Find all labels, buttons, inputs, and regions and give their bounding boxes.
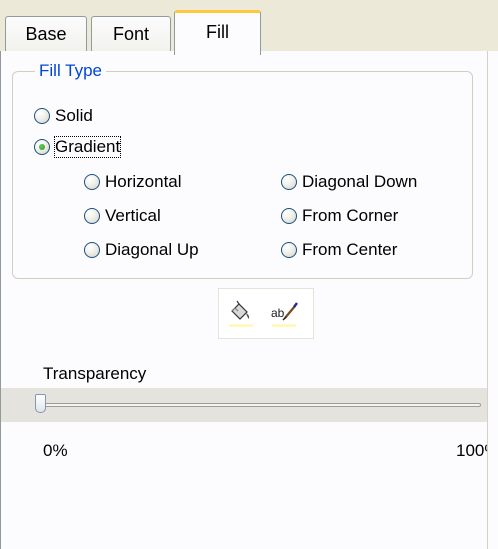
radio-gradient-label: Gradient — [53, 136, 122, 158]
radio-vertical-label: Vertical — [105, 206, 161, 225]
slider-thumb[interactable] — [35, 394, 46, 413]
fill-type-group: Fill Type Solid Gradient Horizontal Vert… — [12, 61, 473, 279]
radio-from-center[interactable]: From Center — [281, 238, 397, 262]
radio-diagonal-down-label: Diagonal Down — [302, 172, 418, 191]
fill-tab-panel: Fill Type Solid Gradient Horizontal Vert… — [0, 51, 498, 549]
radio-solid-label: Solid — [55, 106, 93, 125]
radio-from-corner-label: From Corner — [302, 206, 399, 225]
tab-strip: Base Font Fill — [0, 0, 498, 55]
radio-from-corner-circle[interactable] — [281, 208, 297, 224]
tab-font[interactable]: Font — [91, 16, 171, 52]
radio-from-center-label: From Center — [302, 240, 398, 259]
paint-bucket-icon — [231, 300, 250, 320]
radio-diagonal-up-circle[interactable] — [84, 242, 100, 258]
transparency-slider[interactable] — [1, 388, 487, 422]
radio-vertical-circle[interactable] — [84, 208, 100, 224]
radio-diagonal-down-circle[interactable] — [281, 174, 297, 190]
radio-horizontal-label: Horizontal — [105, 172, 182, 191]
radio-horizontal[interactable]: Horizontal — [84, 170, 182, 194]
tab-fill[interactable]: Fill — [174, 10, 261, 55]
transparency-min-label: 0% — [43, 441, 68, 460]
radio-from-center-circle[interactable] — [281, 242, 297, 258]
radio-from-corner[interactable]: From Corner — [281, 204, 398, 228]
radio-solid-circle[interactable] — [34, 108, 50, 124]
text-color-swatch — [272, 324, 296, 327]
radio-gradient-circle[interactable] — [34, 139, 50, 155]
tab-base[interactable]: Base — [5, 16, 87, 52]
fill-color-button[interactable] — [226, 297, 256, 327]
radio-diagonal-down[interactable]: Diagonal Down — [281, 170, 417, 194]
fill-type-legend: Fill Type — [35, 61, 106, 81]
text-color-button[interactable]: ab — [269, 297, 299, 327]
transparency-max-label: 100% — [456, 441, 487, 460]
radio-gradient[interactable]: Gradient — [34, 135, 122, 159]
radio-diagonal-up[interactable]: Diagonal Up — [84, 238, 199, 262]
fill-color-swatch — [229, 324, 253, 327]
slider-track[interactable] — [39, 403, 481, 407]
transparency-label: Transparency — [43, 364, 147, 383]
radio-horizontal-circle[interactable] — [84, 174, 100, 190]
radio-vertical[interactable]: Vertical — [84, 204, 161, 228]
text-color-icon: ab — [271, 302, 298, 321]
panel-divider — [487, 51, 488, 549]
color-toolbar: ab — [218, 288, 314, 339]
radio-solid[interactable]: Solid — [34, 104, 93, 128]
radio-diagonal-up-label: Diagonal Up — [105, 240, 199, 259]
svg-text:ab: ab — [271, 306, 285, 320]
